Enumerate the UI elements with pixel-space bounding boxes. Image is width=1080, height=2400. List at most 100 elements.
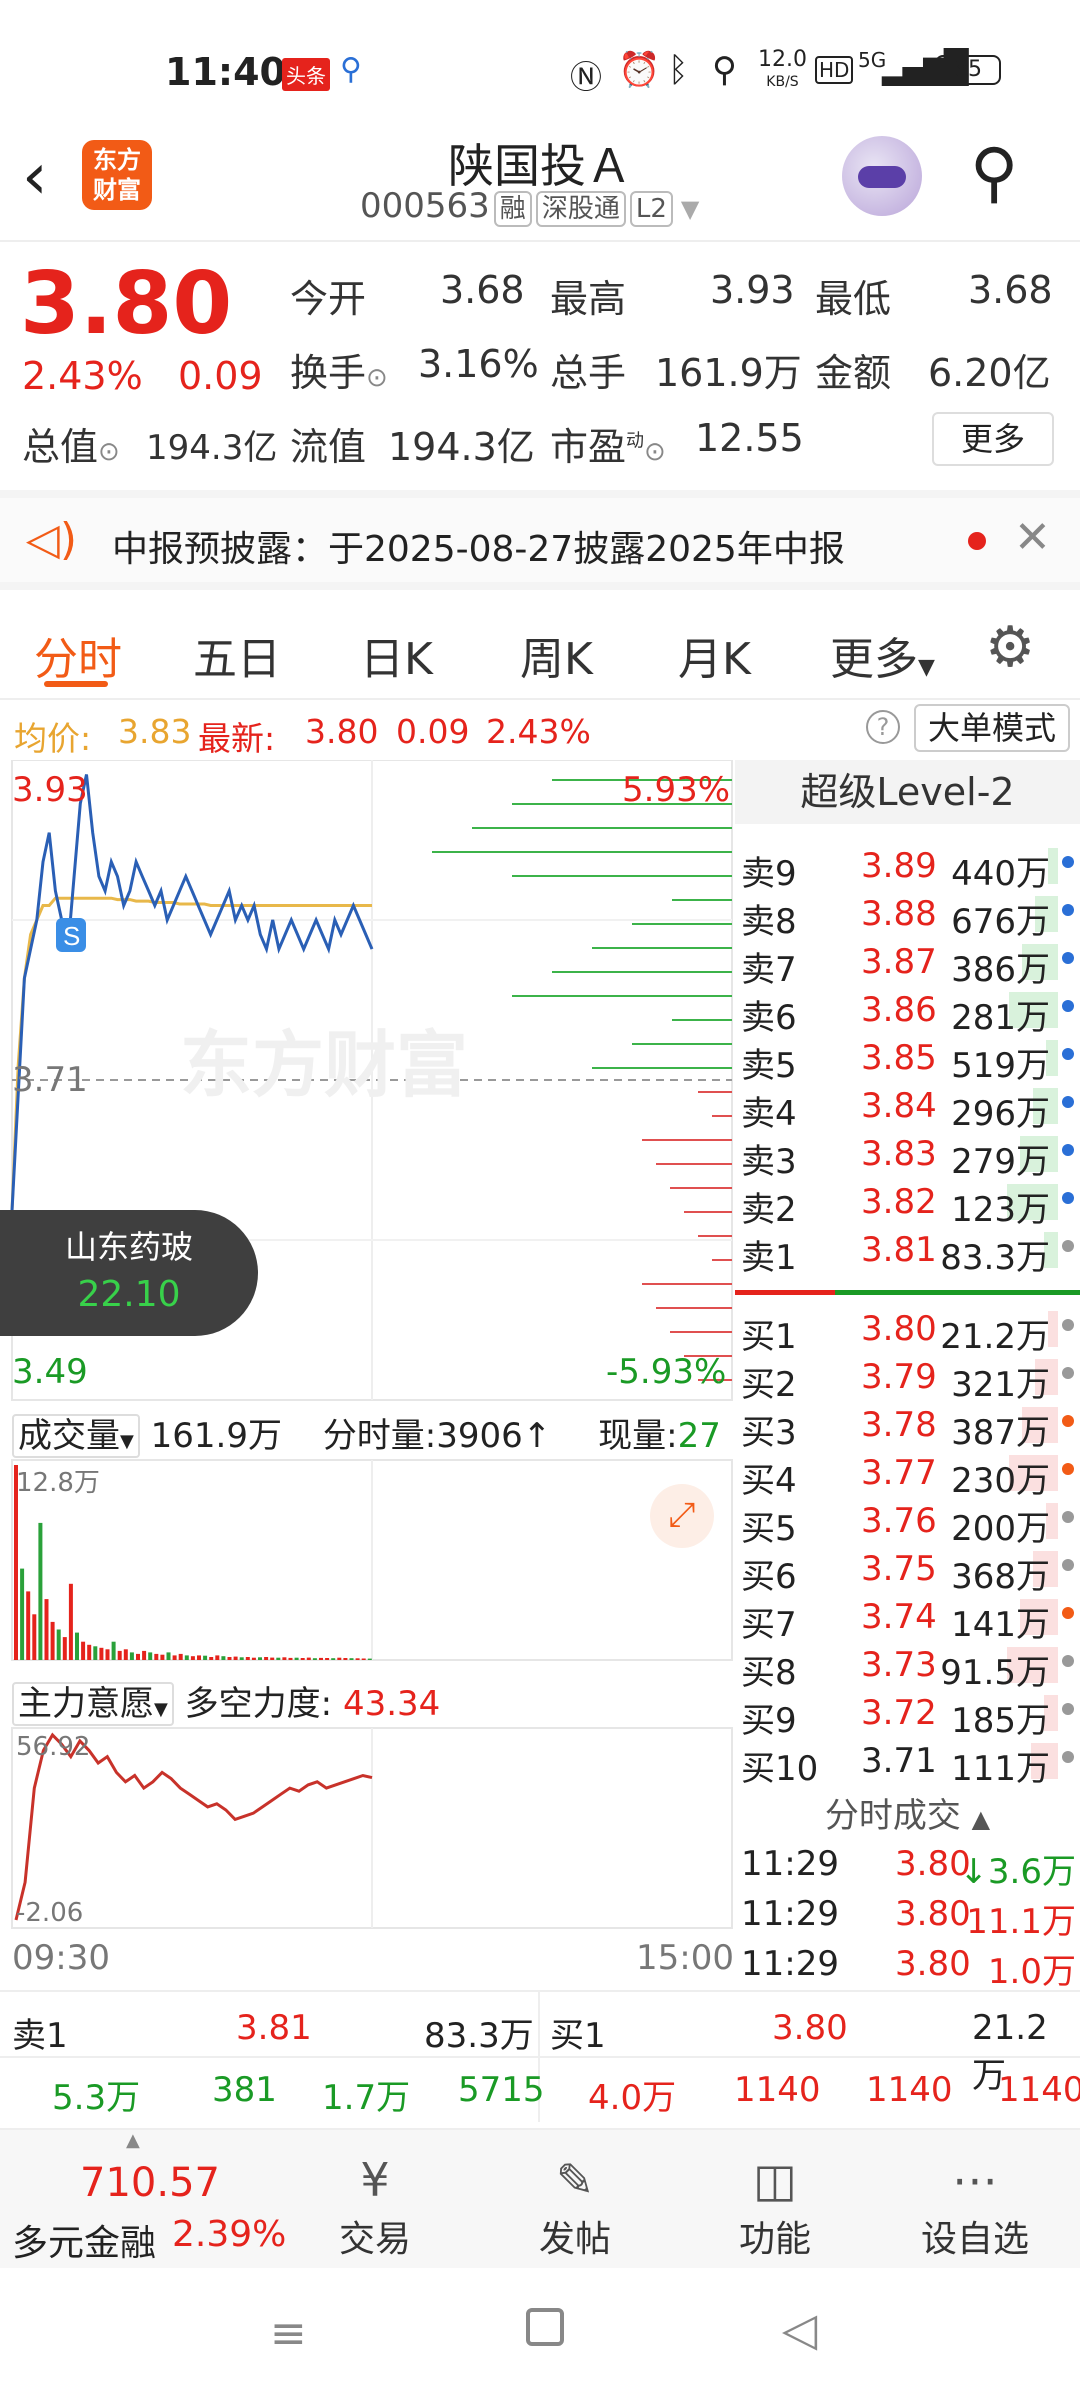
pe-label: 市盈动⊙ <box>550 425 666 469</box>
level-price: 3.84 <box>861 1086 937 1126</box>
tab-daily-k[interactable]: 日K <box>360 623 433 687</box>
latest-label: 最新: <box>198 719 276 758</box>
flag-dot <box>1062 1415 1074 1427</box>
sector-bubble[interactable]: 山东药玻 22.10 <box>0 1210 258 1336</box>
volume-bar <box>276 1657 281 1660</box>
tick-volume: 1.0万 <box>987 1952 1076 1992</box>
chart-info-line: 均价: 3.83 最新: 3.80 0.09 2.43% ? 大单模式 <box>0 700 1080 760</box>
volume-bar <box>221 1656 226 1660</box>
bid-row[interactable]: 买2 3.79 321万 <box>735 1353 1080 1405</box>
sector-value: 22.10 <box>77 1274 181 1315</box>
search-icon[interactable]: ⚲ <box>970 134 1018 211</box>
tab-monthly-k[interactable]: 月K <box>678 623 751 687</box>
edit-icon: ✎ <box>555 2153 595 2207</box>
ask-row[interactable]: 卖9 3.89 440万 <box>735 842 1080 894</box>
volume-bar <box>87 1644 92 1660</box>
level-volume: 83.3万 <box>940 1238 1050 1278</box>
ticks-header[interactable]: 分时成交 ▲ <box>735 1788 1080 1837</box>
nav-trade[interactable]: ¥ 交易 <box>300 2150 450 2262</box>
home-icon[interactable] <box>526 2308 564 2346</box>
alarm-icon: ⏰ <box>618 50 661 90</box>
tick-price: 3.80 <box>895 1944 971 1984</box>
menu-icon[interactable]: ≡ <box>270 2308 307 2359</box>
level-volume: 387万 <box>951 1413 1050 1453</box>
volume-selector[interactable]: 成交量▼ <box>12 1414 140 1458</box>
ask-row[interactable]: 卖7 3.87 386万 <box>735 938 1080 990</box>
chart-area[interactable]: 东方财富 S 3.93 5.93% 3.71 3.49 -5.93% 山东药玻 … <box>0 760 735 1990</box>
volume-bar <box>62 1637 67 1660</box>
indicator-line <box>14 1732 373 1921</box>
float-value: 194.3亿 <box>388 425 535 469</box>
nav-add-watchlist[interactable]: ⋯ 设自选 <box>900 2150 1050 2262</box>
bid-row[interactable]: 买3 3.78 387万 <box>735 1401 1080 1453</box>
index-widget[interactable]: ▲ 710.57 多元金融 2.39% <box>0 2130 300 2270</box>
ask-row[interactable]: 卖8 3.88 676万 <box>735 890 1080 942</box>
info-icon[interactable]: ⊙ <box>366 363 388 393</box>
level-label: 卖2 <box>741 1190 797 1230</box>
volume-bar <box>93 1646 98 1660</box>
assistant-avatar[interactable] <box>842 136 922 216</box>
info-icon[interactable]: ⊙ <box>98 437 120 467</box>
mktcap-label: 总值⊙ <box>22 425 120 469</box>
volume-label: 总手 <box>550 351 627 395</box>
float-label: 流值 <box>290 425 367 469</box>
hd-icon: HD <box>815 56 854 84</box>
volume-bar <box>215 1655 220 1660</box>
volume-bar <box>123 1649 128 1660</box>
stat-left-4: 5715 <box>458 2070 545 2110</box>
high-value: 3.93 <box>710 268 795 312</box>
flag-dot <box>1062 1463 1074 1475</box>
tab-weekly-k[interactable]: 周K <box>520 623 593 687</box>
stock-code-row[interactable]: 000563 融深股通 L2 ▼ <box>360 186 699 227</box>
volume-bar <box>190 1656 195 1660</box>
indicator-selector[interactable]: 主力意愿▼ <box>12 1682 174 1726</box>
time-end: 15:00 <box>636 1938 734 1978</box>
bid-row[interactable]: 买1 3.80 21.2万 <box>735 1305 1080 1357</box>
level-price: 3.79 <box>861 1357 937 1397</box>
bid-row[interactable]: 买4 3.77 230万 <box>735 1449 1080 1501</box>
stat-left-3: 1.7万 <box>322 2078 411 2118</box>
help-icon[interactable]: ? <box>866 710 900 744</box>
ask-row[interactable]: 卖1 3.81 83.3万 <box>735 1226 1080 1278</box>
level-price: 3.76 <box>861 1501 937 1541</box>
notice-bar[interactable]: ◁) 中报预披露：于2025-08-27披露2025年中报 ✕ <box>0 490 1080 590</box>
volume-bar <box>270 1657 275 1660</box>
turnover-label: 换手⊙ <box>290 351 388 395</box>
more-button[interactable]: 更多 <box>932 412 1054 466</box>
ask-row[interactable]: 卖2 3.82 123万 <box>735 1178 1080 1230</box>
trade-icon: ¥ <box>360 2153 390 2207</box>
nav-functions[interactable]: ◫ 功能 <box>700 2150 850 2262</box>
ask-row[interactable]: 卖5 3.85 519万 <box>735 1034 1080 1086</box>
unread-dot <box>968 532 986 550</box>
ask-row[interactable]: 卖6 3.86 281万 <box>735 986 1080 1038</box>
volume-bar <box>312 1658 317 1660</box>
ask-row[interactable]: 卖4 3.84 296万 <box>735 1082 1080 1134</box>
bid-row[interactable]: 买6 3.75 368万 <box>735 1545 1080 1597</box>
close-icon[interactable]: ✕ <box>1014 512 1051 563</box>
volume-bar <box>361 1658 366 1660</box>
ask-row[interactable]: 卖3 3.83 279万 <box>735 1130 1080 1182</box>
level-label: 卖3 <box>741 1142 797 1182</box>
tab-5day[interactable]: 五日 <box>193 623 281 687</box>
level-price: 3.75 <box>861 1549 937 1589</box>
big-order-mode-button[interactable]: 大单模式 <box>914 704 1070 752</box>
bid-row[interactable]: 买7 3.74 141万 <box>735 1593 1080 1645</box>
volume-bar <box>300 1658 305 1660</box>
tab-more[interactable]: 更多▼ <box>830 623 935 687</box>
gear-icon[interactable]: ⚙ <box>985 615 1035 680</box>
tab-intraday[interactable]: 分时 <box>34 623 122 687</box>
back-nav-icon[interactable]: ◁ <box>782 2302 817 2356</box>
order-book-title[interactable]: 超级Level-2 <box>735 760 1080 824</box>
info-icon[interactable]: ⊙ <box>644 437 666 467</box>
bid-row[interactable]: 买9 3.72 185万 <box>735 1689 1080 1741</box>
level-price: 3.87 <box>861 942 937 982</box>
bid-row[interactable]: 买5 3.76 200万 <box>735 1497 1080 1549</box>
bid-row[interactable]: 买8 3.73 91.5万 <box>735 1641 1080 1693</box>
location-icon: ⚲ <box>712 50 737 90</box>
expand-icon[interactable]: ⤢ <box>650 1484 714 1548</box>
bid-row[interactable]: 买10 3.71 111万 <box>735 1737 1080 1789</box>
level-price: 3.71 <box>861 1741 937 1781</box>
nav-post[interactable]: ✎ 发帖 <box>500 2150 650 2262</box>
level-label: 卖9 <box>741 854 797 894</box>
level-label: 卖7 <box>741 950 797 990</box>
